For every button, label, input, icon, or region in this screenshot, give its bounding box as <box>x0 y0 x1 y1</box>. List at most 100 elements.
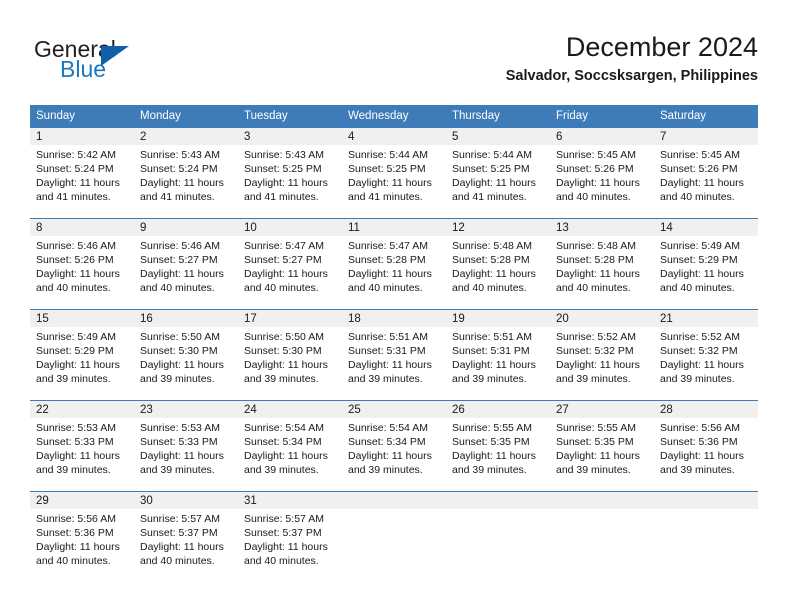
daylight-text-line1: Daylight: 11 hours <box>660 359 744 371</box>
sunrise-text: Sunrise: 5:49 AM <box>660 240 740 252</box>
daylight-text-line2: and 40 minutes. <box>452 282 527 294</box>
day-number: 6 <box>550 128 654 145</box>
weekday-header-tuesday: Tuesday <box>238 105 342 128</box>
day-number: 8 <box>30 219 134 236</box>
day-cell[interactable]: 12 Sunrise: 5:48 AM Sunset: 5:28 PM Dayligh… <box>446 218 550 310</box>
day-details: Sunrise: 5:46 AM Sunset: 5:26 PM Daylight:… <box>30 236 134 295</box>
day-cell[interactable]: 14 Sunrise: 5:49 AM Sunset: 5:29 PM Dayligh… <box>654 218 758 310</box>
day-cell[interactable]: 2 Sunrise: 5:43 AM Sunset: 5:24 PM Daylight… <box>134 128 238 219</box>
sunrise-text: Sunrise: 5:52 AM <box>556 331 636 343</box>
sunset-text: Sunset: 5:31 PM <box>348 345 426 357</box>
day-cell[interactable]: 24 Sunrise: 5:54 AM Sunset: 5:34 PM Dayligh… <box>238 400 342 492</box>
day-cell[interactable]: 22 Sunrise: 5:53 AM Sunset: 5:33 PM Dayligh… <box>30 400 134 492</box>
sunset-text: Sunset: 5:28 PM <box>348 254 426 266</box>
day-cell[interactable]: 5 Sunrise: 5:44 AM Sunset: 5:25 PM Daylight… <box>446 128 550 219</box>
daylight-text-line1: Daylight: 11 hours <box>452 450 536 462</box>
daylight-text-line1: Daylight: 11 hours <box>244 268 328 280</box>
sunrise-text: Sunrise: 5:46 AM <box>140 240 220 252</box>
sunrise-text: Sunrise: 5:48 AM <box>452 240 532 252</box>
day-cell[interactable]: 30 Sunrise: 5:57 AM Sunset: 5:37 PM Dayligh… <box>134 491 238 582</box>
daylight-text-line1: Daylight: 11 hours <box>244 177 328 189</box>
daylight-text-line2: and 39 minutes. <box>556 373 631 385</box>
day-cell[interactable]: 27 Sunrise: 5:55 AM Sunset: 5:35 PM Dayligh… <box>550 400 654 492</box>
weekday-header-sunday: Sunday <box>30 105 134 128</box>
day-number <box>550 492 654 509</box>
sunset-text: Sunset: 5:29 PM <box>36 345 114 357</box>
day-cell[interactable]: 9 Sunrise: 5:46 AM Sunset: 5:27 PM Daylight… <box>134 218 238 310</box>
day-number: 21 <box>654 310 758 327</box>
daylight-text-line2: and 39 minutes. <box>348 464 423 476</box>
day-cell-empty <box>446 491 550 582</box>
daylight-text-line1: Daylight: 11 hours <box>452 177 536 189</box>
day-number: 24 <box>238 401 342 418</box>
day-number: 20 <box>550 310 654 327</box>
day-cell[interactable]: 21 Sunrise: 5:52 AM Sunset: 5:32 PM Dayligh… <box>654 309 758 401</box>
day-cell[interactable]: 3 Sunrise: 5:43 AM Sunset: 5:25 PM Daylight… <box>238 128 342 219</box>
sunset-text: Sunset: 5:36 PM <box>36 527 114 539</box>
daylight-text-line2: and 40 minutes. <box>556 191 631 203</box>
sunrise-text: Sunrise: 5:57 AM <box>140 513 220 525</box>
day-number: 7 <box>654 128 758 145</box>
daylight-text-line2: and 40 minutes. <box>36 282 111 294</box>
day-cell[interactable]: 16 Sunrise: 5:50 AM Sunset: 5:30 PM Dayligh… <box>134 309 238 401</box>
week-row: 22 Sunrise: 5:53 AM Sunset: 5:33 PM Dayligh… <box>30 400 758 492</box>
day-cell[interactable]: 20 Sunrise: 5:52 AM Sunset: 5:32 PM Dayligh… <box>550 309 654 401</box>
daylight-text-line2: and 39 minutes. <box>36 464 111 476</box>
day-cell[interactable]: 6 Sunrise: 5:45 AM Sunset: 5:26 PM Daylight… <box>550 128 654 219</box>
day-cell[interactable]: 23 Sunrise: 5:53 AM Sunset: 5:33 PM Dayligh… <box>134 400 238 492</box>
day-cell[interactable]: 29 Sunrise: 5:56 AM Sunset: 5:36 PM Dayligh… <box>30 491 134 582</box>
day-cell[interactable]: 8 Sunrise: 5:46 AM Sunset: 5:26 PM Daylight… <box>30 218 134 310</box>
day-details: Sunrise: 5:52 AM Sunset: 5:32 PM Daylight:… <box>654 327 758 386</box>
sunset-text: Sunset: 5:24 PM <box>36 163 114 175</box>
day-cell[interactable]: 15 Sunrise: 5:49 AM Sunset: 5:29 PM Dayligh… <box>30 309 134 401</box>
day-details <box>342 509 446 512</box>
daylight-text-line1: Daylight: 11 hours <box>348 268 432 280</box>
day-cell[interactable]: 4 Sunrise: 5:44 AM Sunset: 5:25 PM Daylight… <box>342 128 446 219</box>
daylight-text-line1: Daylight: 11 hours <box>660 268 744 280</box>
day-number: 26 <box>446 401 550 418</box>
sunset-text: Sunset: 5:26 PM <box>556 163 634 175</box>
daylight-text-line2: and 40 minutes. <box>348 282 423 294</box>
sunrise-text: Sunrise: 5:48 AM <box>556 240 636 252</box>
day-cell[interactable]: 10 Sunrise: 5:47 AM Sunset: 5:27 PM Dayligh… <box>238 218 342 310</box>
daylight-text-line1: Daylight: 11 hours <box>452 359 536 371</box>
calendar-body: 1 Sunrise: 5:42 AM Sunset: 5:24 PM Daylight… <box>30 128 758 582</box>
sunset-text: Sunset: 5:31 PM <box>452 345 530 357</box>
general-blue-logo[interactable]: General Blue <box>34 36 234 88</box>
day-details: Sunrise: 5:56 AM Sunset: 5:36 PM Daylight:… <box>654 418 758 477</box>
day-cell-empty <box>550 491 654 582</box>
day-number: 25 <box>342 401 446 418</box>
day-cell[interactable]: 7 Sunrise: 5:45 AM Sunset: 5:26 PM Daylight… <box>654 128 758 219</box>
page-title: December 2024 <box>565 32 758 62</box>
daylight-text-line2: and 39 minutes. <box>452 464 527 476</box>
day-details: Sunrise: 5:54 AM Sunset: 5:34 PM Daylight:… <box>238 418 342 477</box>
sunset-text: Sunset: 5:35 PM <box>452 436 530 448</box>
day-cell[interactable]: 28 Sunrise: 5:56 AM Sunset: 5:36 PM Dayligh… <box>654 400 758 492</box>
day-cell[interactable]: 13 Sunrise: 5:48 AM Sunset: 5:28 PM Dayligh… <box>550 218 654 310</box>
daylight-text-line2: and 41 minutes. <box>36 191 111 203</box>
day-details: Sunrise: 5:53 AM Sunset: 5:33 PM Daylight:… <box>134 418 238 477</box>
sunset-text: Sunset: 5:30 PM <box>244 345 322 357</box>
sunset-text: Sunset: 5:37 PM <box>244 527 322 539</box>
day-details: Sunrise: 5:48 AM Sunset: 5:28 PM Daylight:… <box>550 236 654 295</box>
day-cell[interactable]: 25 Sunrise: 5:54 AM Sunset: 5:34 PM Dayligh… <box>342 400 446 492</box>
day-cell[interactable]: 11 Sunrise: 5:47 AM Sunset: 5:28 PM Dayligh… <box>342 218 446 310</box>
sunrise-text: Sunrise: 5:45 AM <box>556 149 636 161</box>
daylight-text-line2: and 41 minutes. <box>452 191 527 203</box>
day-number: 15 <box>30 310 134 327</box>
day-cell[interactable]: 26 Sunrise: 5:55 AM Sunset: 5:35 PM Dayligh… <box>446 400 550 492</box>
day-cell[interactable]: 17 Sunrise: 5:50 AM Sunset: 5:30 PM Dayligh… <box>238 309 342 401</box>
day-number: 12 <box>446 219 550 236</box>
week-row: 29 Sunrise: 5:56 AM Sunset: 5:36 PM Dayligh… <box>30 491 758 582</box>
sunset-text: Sunset: 5:32 PM <box>556 345 634 357</box>
daylight-text-line2: and 39 minutes. <box>244 464 319 476</box>
sunset-text: Sunset: 5:25 PM <box>452 163 530 175</box>
daylight-text-line2: and 39 minutes. <box>140 464 215 476</box>
daylight-text-line2: and 40 minutes. <box>660 191 735 203</box>
day-cell[interactable]: 31 Sunrise: 5:57 AM Sunset: 5:37 PM Dayligh… <box>238 491 342 582</box>
day-cell[interactable]: 18 Sunrise: 5:51 AM Sunset: 5:31 PM Dayligh… <box>342 309 446 401</box>
sunrise-text: Sunrise: 5:54 AM <box>348 422 428 434</box>
day-cell[interactable]: 1 Sunrise: 5:42 AM Sunset: 5:24 PM Daylight… <box>30 128 134 219</box>
sunset-text: Sunset: 5:27 PM <box>244 254 322 266</box>
day-cell[interactable]: 19 Sunrise: 5:51 AM Sunset: 5:31 PM Dayligh… <box>446 309 550 401</box>
